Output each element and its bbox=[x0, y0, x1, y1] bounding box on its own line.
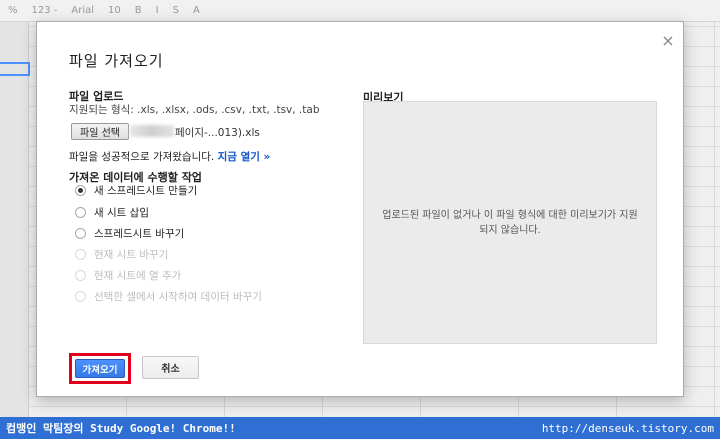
import-button[interactable]: 가져오기 bbox=[75, 359, 125, 378]
radio-label: 현재 시트에 열 추가 bbox=[94, 269, 182, 282]
toolbar-item[interactable]: % bbox=[8, 5, 18, 16]
radio-icon bbox=[75, 269, 86, 281]
radio-label: 현재 시트 바꾸기 bbox=[94, 248, 169, 261]
success-text: 파일을 성공적으로 가져왔습니다. bbox=[69, 151, 215, 163]
preview-message: 업로드된 파일이 없거나 이 파일 형식에 대한 미리보기가 지원되지 않습니다… bbox=[382, 209, 638, 236]
sheet-toolbar: % 123 - Arial 10 B I S A bbox=[0, 0, 720, 22]
radio-label: 선택한 셀에서 시작하여 데이터 바꾸기 bbox=[94, 290, 262, 303]
blog-footer: 컴맹인 막팀장의 Study Google! Chrome!! http://d… bbox=[0, 417, 720, 439]
upload-status: 파일을 성공적으로 가져왔습니다. 지금 열기 » bbox=[69, 149, 270, 164]
cancel-button[interactable]: 취소 bbox=[142, 356, 199, 379]
radio-label: 새 스프레드시트 만들기 bbox=[94, 184, 198, 197]
toolbar-item[interactable]: B bbox=[135, 5, 142, 16]
toolbar-item[interactable]: I bbox=[156, 5, 159, 16]
radio-insert-sheet[interactable]: 새 시트 삽입 bbox=[75, 204, 149, 220]
selected-cell[interactable] bbox=[0, 62, 30, 76]
choose-file-button[interactable]: 파일 선택 bbox=[71, 123, 129, 140]
radio-icon[interactable] bbox=[75, 206, 86, 218]
preview-pane: 업로드된 파일이 없거나 이 파일 형식에 대한 미리보기가 지원되지 않습니다… bbox=[363, 101, 657, 344]
redacted-filename bbox=[130, 125, 174, 137]
radio-replace-spreadsheet[interactable]: 스프레드시트 바꾸기 bbox=[75, 225, 184, 241]
row-header bbox=[0, 22, 29, 417]
import-highlight-box: 가져오기 bbox=[69, 353, 131, 384]
file-name: 페이지-...013).xls bbox=[175, 127, 260, 139]
toolbar-item[interactable]: S bbox=[173, 5, 179, 16]
radio-checked-icon[interactable] bbox=[75, 184, 86, 196]
dialog-title: 파일 가져오기 bbox=[69, 52, 164, 70]
radio-replace-current-sheet: 현재 시트 바꾸기 bbox=[75, 246, 168, 262]
toolbar-item[interactable]: Arial bbox=[71, 5, 94, 16]
open-now-link[interactable]: 지금 열기 » bbox=[218, 151, 271, 163]
radio-append-rows: 현재 시트에 열 추가 bbox=[75, 267, 181, 283]
footer-url: http://denseuk.tistory.com bbox=[541, 421, 714, 435]
radio-new-spreadsheet[interactable]: 새 스프레드시트 만들기 bbox=[75, 182, 197, 198]
toolbar-item[interactable]: 123 - bbox=[32, 5, 58, 16]
supported-formats: 지원되는 형식: .xls, .xlsx, .ods, .csv, .txt, … bbox=[69, 104, 320, 116]
radio-icon bbox=[75, 248, 86, 260]
radio-icon[interactable] bbox=[75, 227, 86, 239]
import-file-dialog: 파일 가져오기 × 파일 업로드 지원되는 형식: .xls, .xlsx, .… bbox=[36, 21, 684, 397]
radio-label: 스프레드시트 바꾸기 bbox=[94, 227, 185, 240]
radio-icon bbox=[75, 290, 86, 302]
radio-label: 새 시트 삽입 bbox=[94, 206, 149, 219]
radio-replace-from-selection: 선택한 셀에서 시작하여 데이터 바꾸기 bbox=[75, 288, 262, 304]
footer-left-text: 컴맹인 막팀장의 Study Google! Chrome!! bbox=[6, 422, 236, 435]
close-icon[interactable]: × bbox=[661, 33, 675, 49]
toolbar-item[interactable]: A bbox=[193, 5, 200, 16]
toolbar-item[interactable]: 10 bbox=[108, 5, 121, 16]
